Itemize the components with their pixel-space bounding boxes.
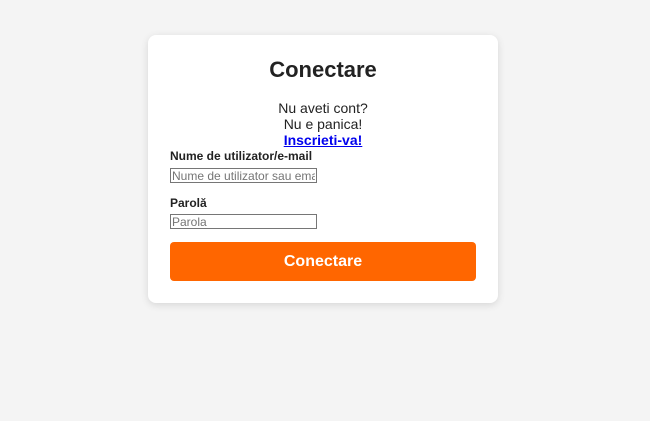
password-input[interactable] xyxy=(170,214,317,229)
password-label: Parolă xyxy=(170,196,207,210)
login-card: Conectare Nu aveti cont? Nu e panica! In… xyxy=(148,35,498,303)
login-page: Conectare Nu aveti cont? Nu e panica! In… xyxy=(0,0,650,421)
username-label: Nume de utilizator/e-mail xyxy=(170,149,313,163)
no-panic-text: Nu e panica! xyxy=(283,116,363,132)
signup-prompt: Nu aveti cont? Nu e panica! Inscrieti-va… xyxy=(148,100,498,148)
page-title: Conectare xyxy=(269,57,377,82)
login-button[interactable]: Conectare xyxy=(170,242,476,281)
username-input[interactable] xyxy=(170,168,317,183)
no-account-text: Nu aveti cont? xyxy=(278,100,368,116)
signup-link[interactable]: Inscrieti-va! xyxy=(284,132,363,148)
